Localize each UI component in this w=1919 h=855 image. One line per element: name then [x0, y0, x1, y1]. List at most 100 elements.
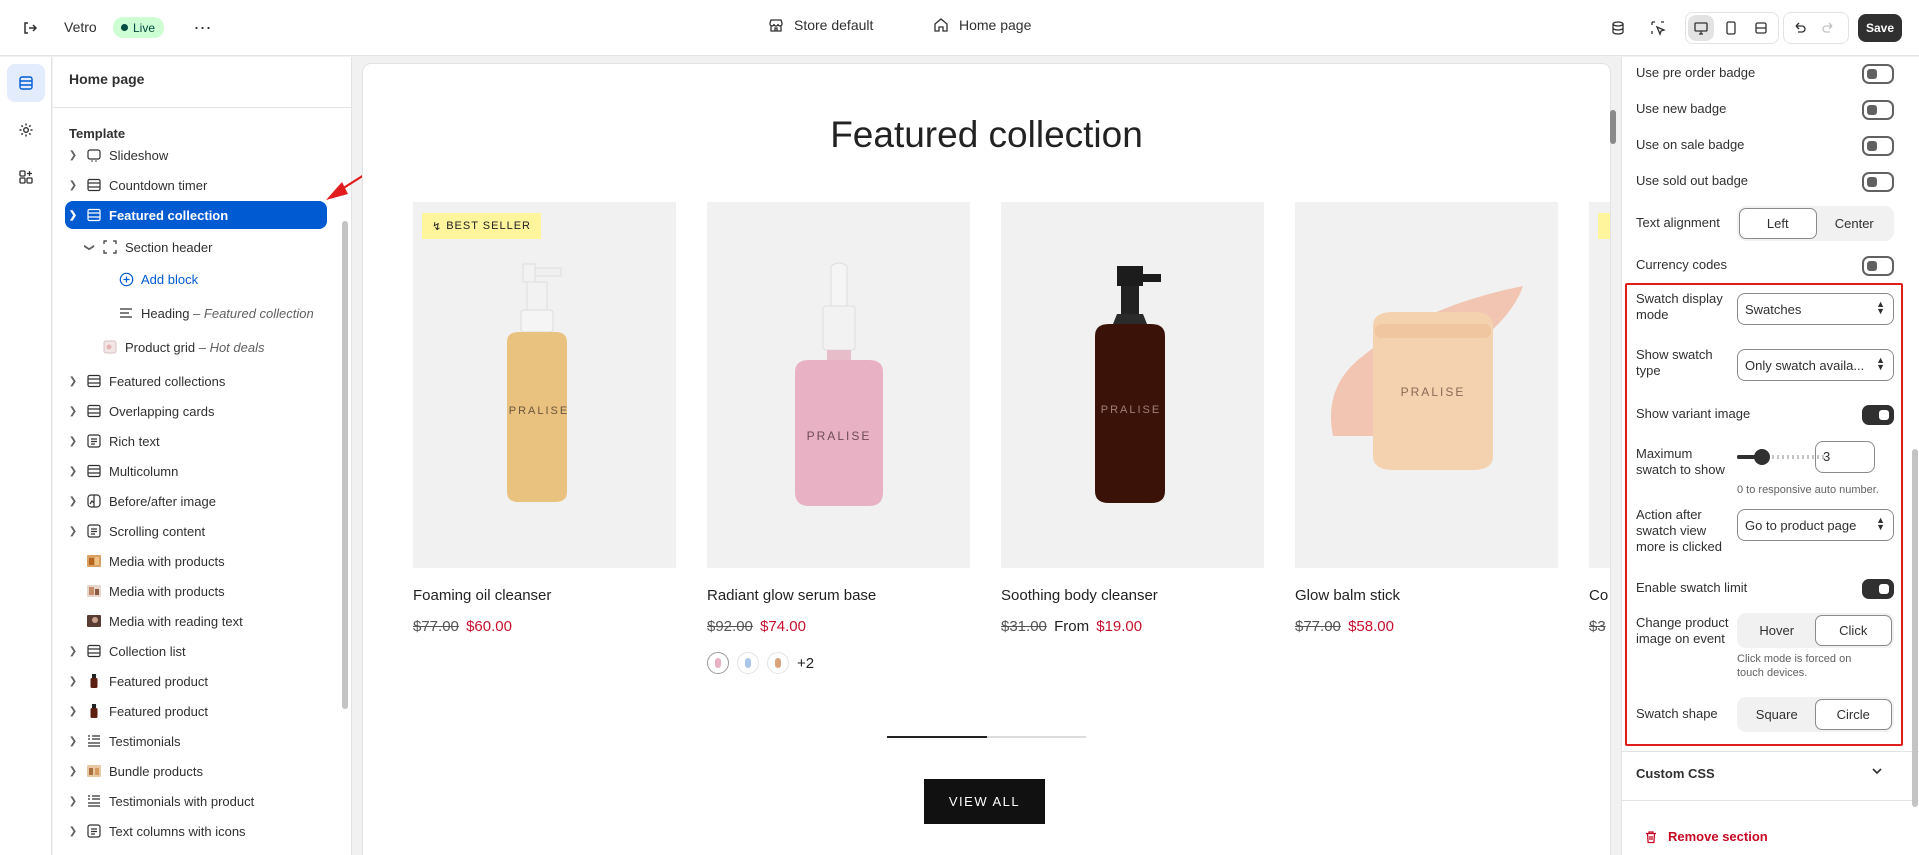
product-image[interactable] [1589, 202, 1610, 568]
sidebar-item-text-columns-with-icons[interactable]: ❯ Text columns with icons [65, 817, 325, 845]
swatch-display-mode-select[interactable]: Swatches ▲ ▼ [1737, 293, 1894, 325]
product-price: $77.00 $60.00 [413, 618, 512, 635]
product-image[interactable]: PRALISE [707, 202, 970, 568]
swatch-3[interactable] [767, 652, 789, 674]
align-left-option[interactable]: Left [1739, 208, 1817, 239]
sidebar-item-label: Scrolling content [109, 523, 206, 539]
remove-section-button[interactable]: Remove section [1644, 829, 1768, 844]
chevron-right-icon[interactable]: ❯ [65, 736, 81, 747]
desktop-icon[interactable] [1688, 15, 1714, 41]
chevron-right-icon[interactable]: ❯ [65, 466, 81, 477]
chevron-down-icon[interactable]: ❯ [84, 239, 95, 255]
enable-swatch-limit-label: Enable swatch limit [1636, 580, 1748, 595]
redo-icon[interactable] [1816, 15, 1842, 41]
theme-selector[interactable]: Store default [768, 17, 873, 33]
sidebar-item-media-with-reading-text[interactable]: Media with reading text [65, 607, 325, 635]
product-image[interactable]: PRALISE [1295, 202, 1558, 568]
square-option[interactable]: Square [1739, 699, 1815, 730]
sidebar-item-media-with-products[interactable]: Media with products [65, 547, 325, 575]
on-sale-badge-toggle[interactable] [1862, 136, 1894, 156]
exit-icon[interactable] [16, 14, 44, 42]
sidebar-item-featured-product[interactable]: ❯ Featured product [65, 667, 325, 695]
view-all-button[interactable]: VIEW ALL [924, 779, 1045, 824]
hover-option[interactable]: Hover [1739, 615, 1815, 646]
product-title[interactable]: Foaming oil cleanser [413, 587, 551, 604]
chevron-down-icon[interactable] [1870, 764, 1884, 781]
enable-swatch-limit-toggle[interactable] [1862, 579, 1894, 599]
currency-codes-toggle[interactable] [1862, 256, 1894, 276]
sidebar-item-countdown-timer[interactable]: ❯ Countdown timer [65, 171, 325, 199]
circle-option[interactable]: Circle [1814, 699, 1892, 730]
sidebar-item-testimonials[interactable]: ❯ Testimonials [65, 727, 325, 755]
swatch-more-count[interactable]: +2 [797, 655, 814, 672]
fullscreen-icon[interactable] [1748, 15, 1774, 41]
chevron-right-icon[interactable]: ❯ [65, 180, 81, 191]
chevron-right-icon[interactable]: ❯ [65, 526, 81, 537]
chevron-right-icon[interactable]: ❯ [65, 436, 81, 447]
settings-scrollbar[interactable] [1912, 449, 1918, 807]
sidebar-item-testimonials-with-product[interactable]: ❯ Testimonials with product [65, 787, 325, 815]
save-button[interactable]: Save [1858, 14, 1902, 42]
sidebar-item-featured-product-2[interactable]: ❯ Featured product [65, 697, 325, 725]
sidebar-item-before-after-image[interactable]: ❯ Before/after image [65, 487, 325, 515]
carousel-progress[interactable] [887, 736, 1086, 738]
action-after-select[interactable]: Go to product page ▲ ▼ [1737, 509, 1894, 541]
mobile-icon[interactable] [1718, 15, 1744, 41]
sold-out-badge-toggle[interactable] [1862, 172, 1894, 192]
chevron-right-icon[interactable]: ❯ [65, 796, 81, 807]
custom-css-label[interactable]: Custom CSS [1636, 766, 1715, 782]
database-icon[interactable] [1604, 14, 1632, 42]
apps-icon[interactable] [7, 158, 45, 196]
sidebar-item-featured-collection[interactable]: ❯ Featured collection [65, 201, 327, 229]
swatch-1[interactable] [707, 652, 729, 674]
sidebar-item-slideshow[interactable]: ❯ Slideshow [65, 141, 325, 169]
product-image[interactable]: PRALISE [1001, 202, 1264, 568]
undo-icon[interactable] [1786, 15, 1812, 41]
sidebar-item-overlapping-cards[interactable]: ❯ Overlapping cards [65, 397, 325, 425]
product-title[interactable]: Co [1589, 587, 1610, 604]
preview-scrollbar[interactable] [1610, 110, 1616, 144]
product-title[interactable]: Radiant glow serum base [707, 587, 876, 604]
swatch-2[interactable] [737, 652, 759, 674]
pre-order-badge-toggle[interactable] [1862, 64, 1894, 84]
chevron-right-icon[interactable]: ❯ [65, 706, 81, 717]
sidebar-item-collection-list[interactable]: ❯ Collection list [65, 637, 325, 665]
chevron-right-icon[interactable]: ❯ [65, 646, 81, 657]
click-option[interactable]: Click [1814, 615, 1892, 646]
chevron-right-icon[interactable]: ❯ [65, 406, 81, 417]
more-actions-icon[interactable]: ⋯ [189, 14, 217, 42]
chevron-right-icon[interactable]: ❯ [65, 826, 81, 837]
sidebar-item-product-grid[interactable]: Product grid – Hot deals [97, 333, 351, 361]
align-center-option[interactable]: Center [1817, 208, 1893, 239]
show-swatch-type-select[interactable]: Only swatch availa... ▲ ▼ [1737, 349, 1894, 381]
sidebar-item-heading[interactable]: Heading – Featured collection [113, 299, 351, 327]
product-title[interactable]: Glow balm stick [1295, 587, 1400, 604]
chevron-down-icon[interactable]: ❯ [65, 210, 81, 221]
show-variant-image-toggle[interactable] [1862, 405, 1894, 425]
sidebar-item-section-header[interactable]: ❯ Section header [81, 233, 341, 261]
sidebar-scrollbar[interactable] [342, 221, 348, 709]
settings-gear-icon[interactable] [7, 111, 45, 149]
maximum-swatch-input[interactable]: 3 [1815, 441, 1875, 473]
inspector-icon[interactable] [1644, 14, 1672, 42]
sidebar-item-bundle-products[interactable]: ❯ Bundle products [65, 757, 325, 785]
product-image[interactable]: ↯ BEST SELLER PRALISE [413, 202, 676, 568]
chevron-right-icon[interactable]: ❯ [65, 676, 81, 687]
sidebar-item-featured-collections[interactable]: ❯ Featured collections [65, 367, 325, 395]
maximum-swatch-slider-thumb[interactable] [1754, 449, 1770, 465]
chevron-right-icon[interactable]: ❯ [65, 766, 81, 777]
product-title[interactable]: Soothing body cleanser [1001, 587, 1158, 604]
add-block-button[interactable]: Add block [113, 265, 351, 293]
sidebar-item-multicolumn[interactable]: ❯ Multicolumn [65, 457, 325, 485]
chevron-right-icon[interactable]: ❯ [65, 150, 81, 161]
chevron-right-icon[interactable]: ❯ [65, 496, 81, 507]
new-badge-toggle[interactable] [1862, 100, 1894, 120]
sidebar-item-scrolling-content[interactable]: ❯ Scrolling content [65, 517, 325, 545]
sidebar-item-rich-text[interactable]: ❯ Rich text [65, 427, 325, 455]
page-selector[interactable]: Home page [933, 17, 1031, 33]
sidebar-item-media-with-products-2[interactable]: Media with products [65, 577, 325, 605]
store-icon [769, 19, 783, 32]
sections-icon[interactable] [7, 64, 45, 102]
glow-balm-jar: PRALISE [1331, 286, 1523, 470]
chevron-right-icon[interactable]: ❯ [65, 376, 81, 387]
